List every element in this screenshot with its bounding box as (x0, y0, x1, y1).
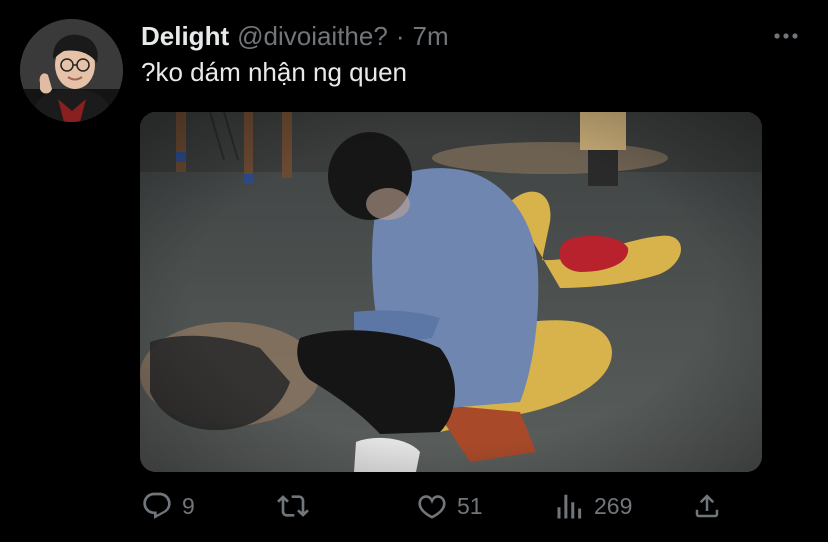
tweet-media[interactable] (140, 112, 762, 472)
views-icon (557, 494, 582, 519)
display-name[interactable]: Delight (141, 20, 229, 52)
user-handle[interactable]: @divoiaithe? (237, 20, 388, 52)
views-count: 269 (594, 492, 633, 519)
share-button[interactable] (692, 486, 722, 526)
tweet-actions: 9 51 269 (0, 486, 828, 526)
views-button[interactable]: 269 (555, 486, 632, 526)
reply-icon (143, 492, 171, 519)
timestamp[interactable]: 7m (413, 20, 449, 52)
separator-dot: · (395, 21, 405, 51)
like-count: 51 (457, 492, 483, 519)
retweet-button[interactable] (276, 486, 319, 526)
reply-button[interactable]: 9 (141, 486, 195, 526)
avatar-image (20, 19, 123, 122)
reply-count: 9 (182, 492, 195, 519)
media-image (140, 112, 762, 472)
tweet-header: Delight @divoiaithe? · 7m (141, 20, 449, 52)
like-button[interactable]: 51 (416, 486, 483, 526)
heart-icon (418, 495, 446, 519)
share-icon (695, 494, 719, 518)
tweet-text: ?ko dám nhận ng quen (141, 57, 407, 87)
retweet-icon (277, 495, 309, 517)
avatar[interactable] (20, 19, 123, 122)
more-options-button[interactable] (770, 24, 802, 48)
more-icon (774, 33, 798, 39)
tweet[interactable]: Delight @divoiaithe? · 7m ?ko dám nhận n… (0, 0, 828, 542)
